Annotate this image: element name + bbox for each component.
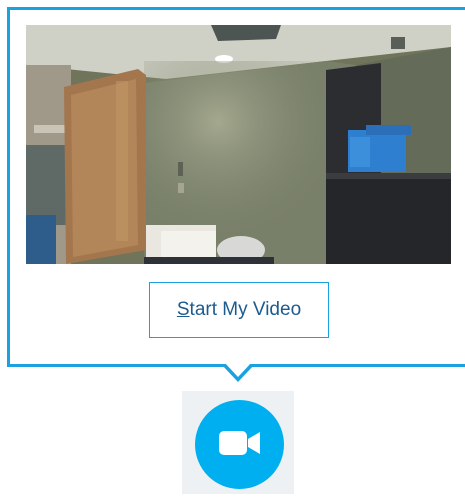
- camera-feed-image: [26, 25, 451, 264]
- video-toggle-button[interactable]: [195, 400, 284, 489]
- video-camera-icon: [218, 428, 262, 461]
- popup-pointer-fill: [224, 362, 252, 377]
- video-preview-screen: Start My Video: [0, 0, 465, 500]
- camera-preview: [26, 25, 451, 264]
- start-video-label: tart My Video: [189, 299, 302, 320]
- start-my-video-button[interactable]: Start My Video: [149, 282, 329, 338]
- start-video-mnemonic: S: [176, 299, 190, 320]
